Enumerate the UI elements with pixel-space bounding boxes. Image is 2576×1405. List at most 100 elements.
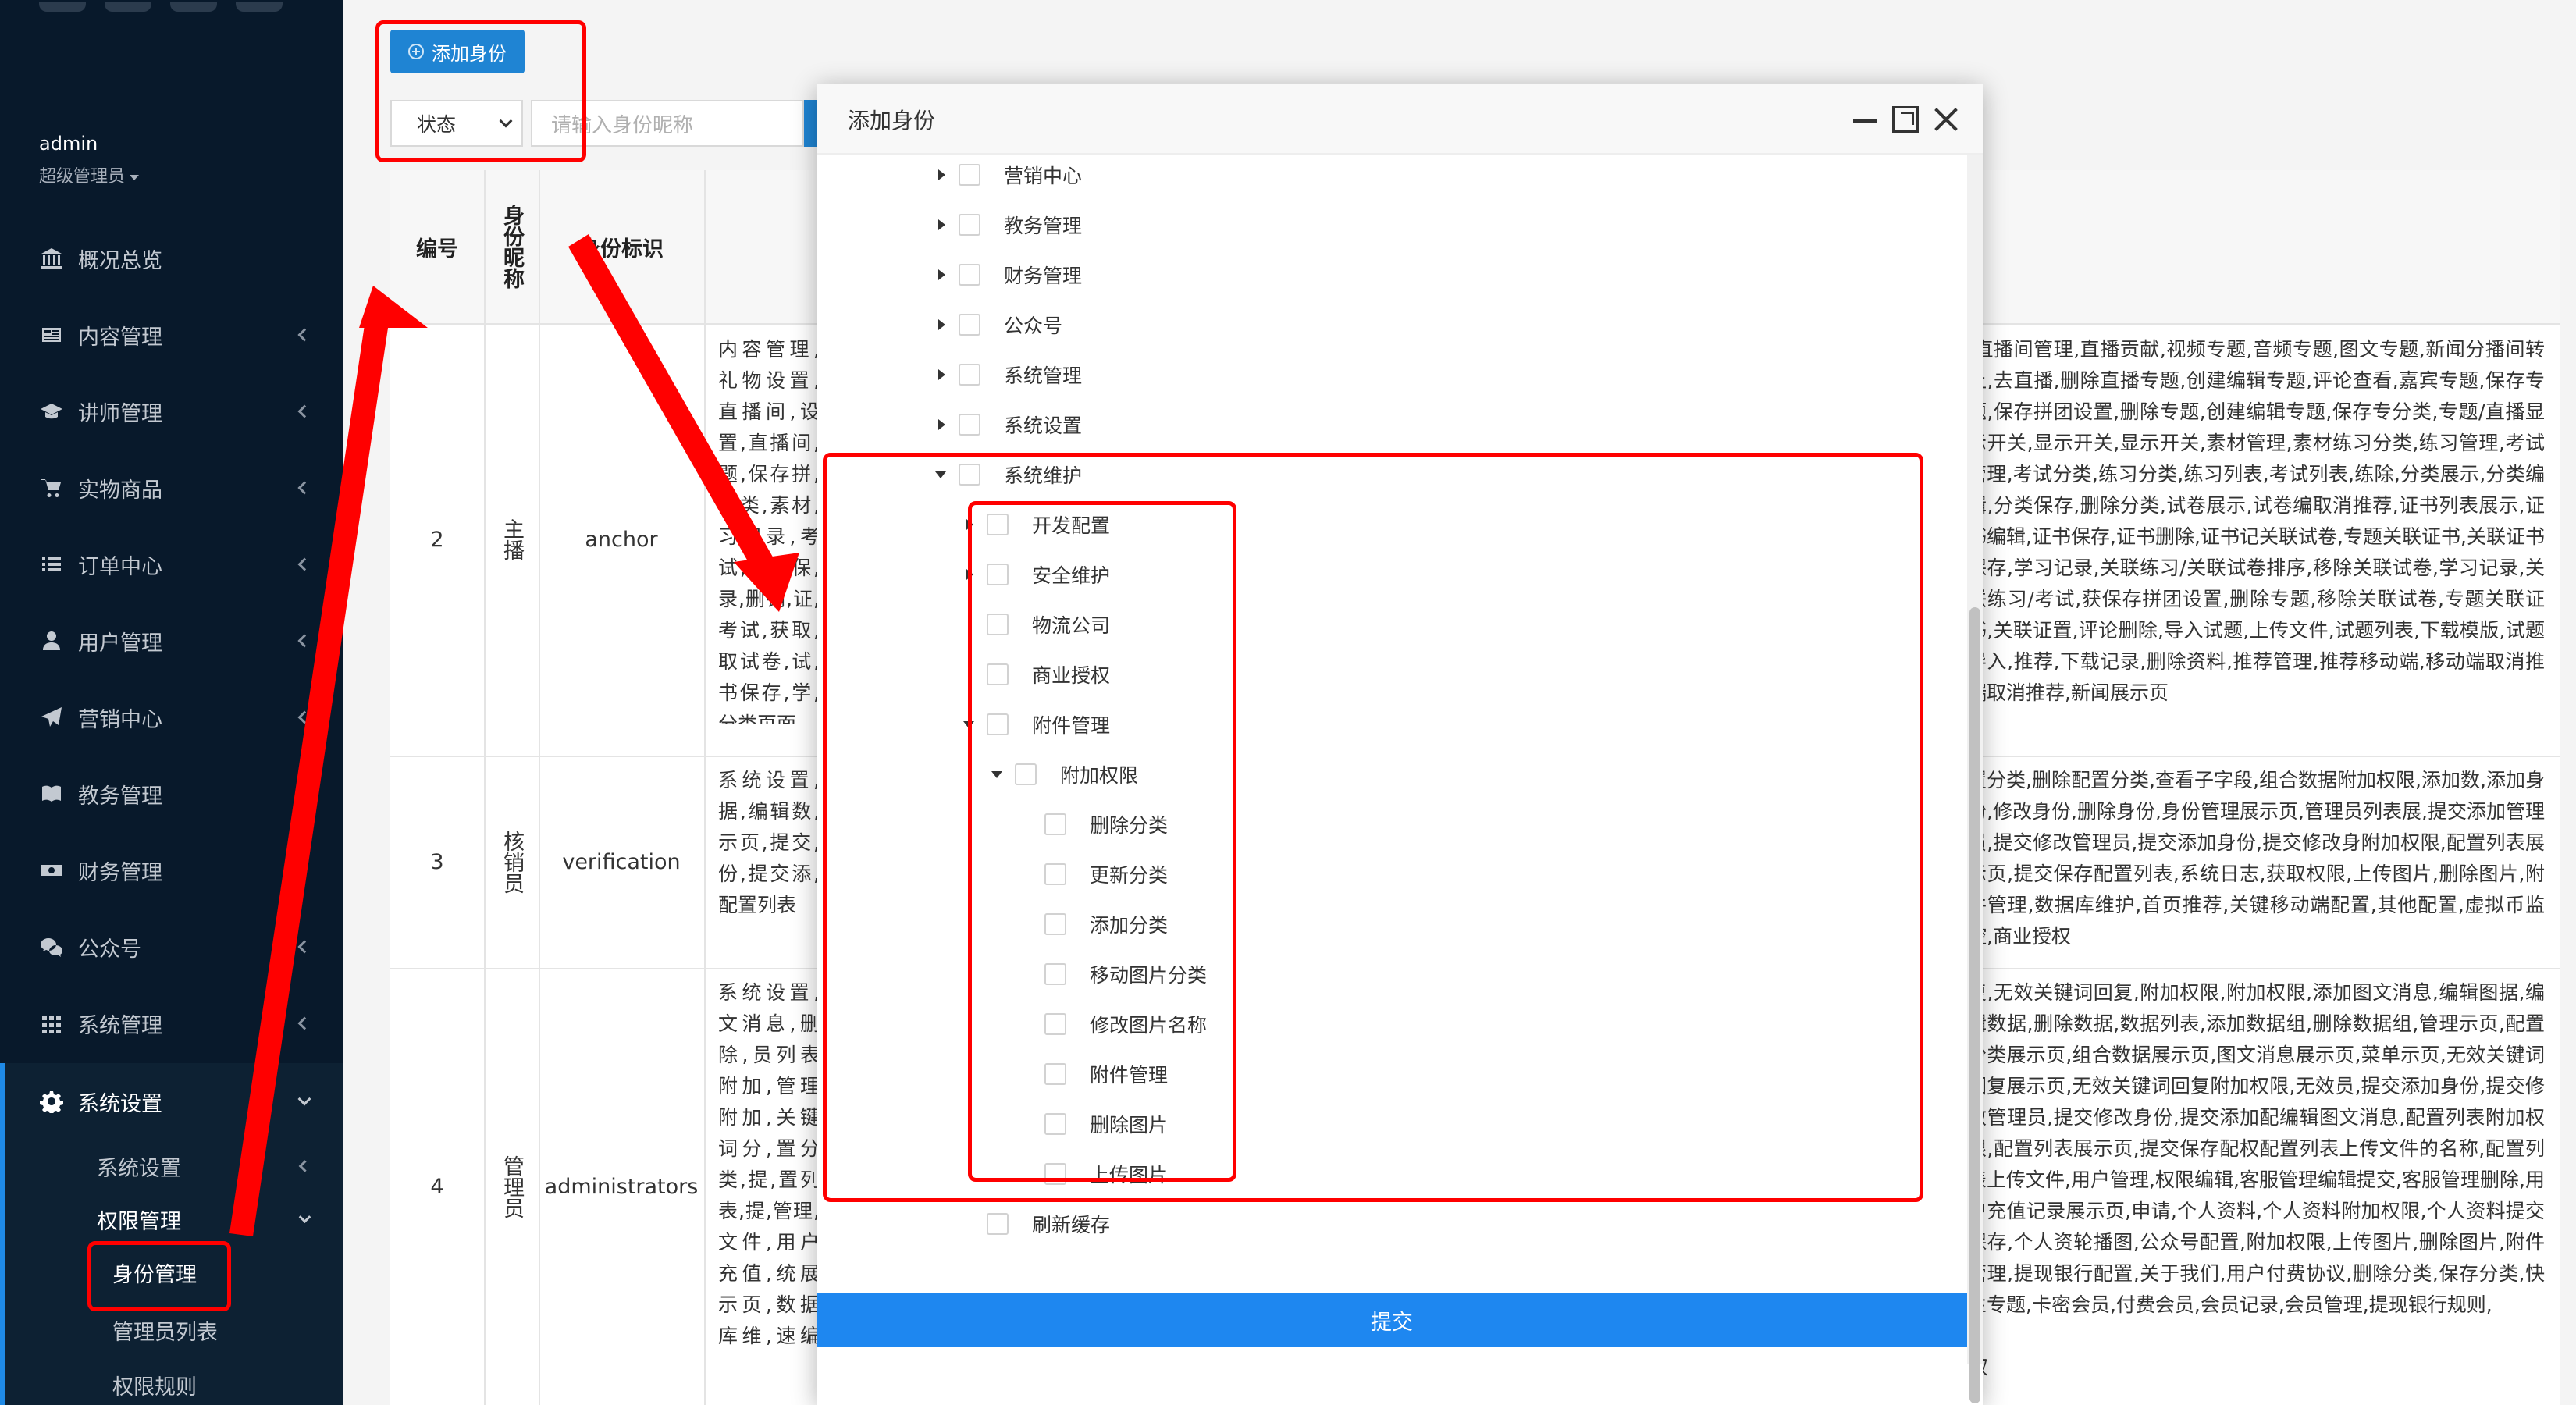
tree-checkbox[interactable] [959,314,980,336]
bank-icon [37,244,66,272]
tree-node[interactable]: 商业授权 [987,659,1110,690]
tree-checkbox[interactable] [1044,1063,1066,1085]
caret-down-icon[interactable] [990,767,1005,782]
tree-checkbox[interactable] [987,1213,1009,1235]
tree-checkbox[interactable] [987,514,1009,535]
sidebar-item-orders[interactable]: 订单中心 [0,526,343,603]
caret-right-icon[interactable] [934,217,949,233]
caret-right-icon[interactable] [962,567,977,582]
sidebar-item-label: 内容管理 [78,325,162,350]
tree-node[interactable]: 系统管理 [934,359,1082,390]
tree-node[interactable]: 教务管理 [934,209,1082,240]
tree-node[interactable]: 财务管理 [934,259,1082,290]
tree-node[interactable]: 安全维护 [962,559,1110,590]
sidebar-item-system-manage[interactable]: 系统管理 [0,985,343,1062]
status-select[interactable]: 状态 [390,100,523,147]
tree-node[interactable]: 添加分类 [1044,909,1168,940]
caret-right-icon[interactable] [934,417,949,432]
sidebar-item-system-settings[interactable]: 系统设置 [0,1063,343,1140]
sidebar-item-overview[interactable]: 概况总览 [0,220,343,297]
role-dropdown[interactable]: 超级管理员 [39,162,140,187]
caret-down-icon[interactable] [934,467,949,482]
sidebar-item-goods[interactable]: 实物商品 [0,450,343,526]
sidebar-item-marketing[interactable]: 营销中心 [0,679,343,756]
sidebar-item-label: 订单中心 [78,554,162,579]
sidebar-item-teacher[interactable]: 讲师管理 [0,373,343,450]
tree-checkbox[interactable] [1044,1013,1066,1035]
sidebar-item-label: 讲师管理 [78,401,162,426]
search-button[interactable] [804,100,817,147]
scrollbar-thumb[interactable] [1969,607,1980,1403]
tree-node[interactable]: 附加权限 [990,759,1138,790]
tree-checkbox[interactable] [1044,913,1066,935]
caret-right-icon[interactable] [962,517,977,532]
tree-checkbox[interactable] [959,264,980,286]
tree-node-label: 财务管理 [1004,265,1083,287]
column-header-tag: 身份标识 [579,237,664,261]
tree-checkbox[interactable] [987,564,1009,585]
sidebar-item-users[interactable]: 用户管理 [0,603,343,679]
caret-right-icon[interactable] [934,367,949,382]
tree-node[interactable]: 开发配置 [962,509,1110,540]
column-header-name: 身份昵称 [500,205,524,289]
tree-node[interactable]: 附件管理 [962,709,1110,740]
submenu-permission-rules[interactable]: 权限规则 [0,1358,343,1405]
sidebar-item-content[interactable]: 内容管理 [0,297,343,373]
caret-right-icon[interactable] [934,267,949,283]
submenu-identity-manage[interactable]: 身份管理 [0,1246,343,1299]
submenu-label: 系统设置 [97,1156,181,1181]
sidebar-item-wechat[interactable]: 公众号 [0,909,343,985]
tree-node[interactable]: 更新分类 [1044,859,1168,890]
table-cell-permissions: 系统设置,据,编辑数,示页,提交,份,提交添,配置列表 [718,769,820,916]
tree-node[interactable]: 修改图片名称 [1044,1008,1207,1040]
tree-checkbox[interactable] [1015,763,1037,785]
table-cell-permissions: 系统设置,文消息,删除,员列表附加,管理附加,关键词分,置分类,提,置列表,提,… [718,981,820,1347]
tree-checkbox[interactable] [959,214,980,236]
tree-checkbox[interactable] [1044,963,1066,985]
tree-node[interactable]: 删除分类 [1044,809,1168,840]
chevron-left-icon [297,940,311,954]
tree-node[interactable]: 上传图片 [1044,1158,1168,1190]
caret-down-icon[interactable] [962,717,977,732]
cart-icon [37,474,66,502]
caret-right-icon[interactable] [934,317,949,333]
tree-checkbox[interactable] [959,464,980,486]
tree-node[interactable]: 系统设置 [934,409,1082,440]
tree-checkbox[interactable] [987,663,1009,685]
tree-checkbox[interactable] [987,614,1009,635]
tree-node-label: 开发配置 [1032,514,1111,537]
tree-checkbox[interactable] [959,164,980,186]
submit-button[interactable]: 提交 [817,1293,1967,1347]
minimize-icon[interactable] [1852,106,1878,133]
tree-node-label: 上传图片 [1090,1164,1169,1186]
tree-node[interactable]: 刷新缓存 [987,1208,1110,1240]
identity-search-input[interactable]: 请输入身份昵称 [531,100,804,147]
list-icon [37,550,66,578]
tree-checkbox[interactable] [1044,813,1066,835]
graduation-cap-icon [37,397,66,425]
tree-checkbox[interactable] [959,364,980,386]
tree-node[interactable]: 附件管理 [1044,1058,1168,1090]
tree-node[interactable]: 删除图片 [1044,1108,1168,1140]
modal-scrollbar[interactable] [1967,155,1983,1403]
tree-node[interactable]: 物流公司 [987,609,1110,640]
tree-node[interactable]: 系统维护 [934,459,1082,490]
tree-checkbox[interactable] [987,713,1009,735]
close-icon[interactable] [1933,106,1959,133]
maximize-icon[interactable] [1892,106,1919,133]
submenu-system-settings[interactable]: 系统设置 [0,1140,343,1193]
caret-right-icon[interactable] [934,167,949,183]
tree-checkbox[interactable] [959,414,980,436]
submenu-admin-list[interactable]: 管理员列表 [0,1304,343,1357]
tree-node[interactable]: 公众号 [934,309,1062,340]
table-cell-id: 4 [430,1174,444,1199]
sidebar-item-academic[interactable]: 教务管理 [0,756,343,832]
tree-checkbox[interactable] [1044,1163,1066,1185]
submenu-permission-manage[interactable]: 权限管理 [0,1193,343,1246]
tree-node[interactable]: 营销中心 [934,159,1082,190]
add-identity-button[interactable]: 添加身份 [390,30,525,73]
tree-checkbox[interactable] [1044,863,1066,885]
sidebar-item-finance[interactable]: 财务管理 [0,832,343,909]
tree-checkbox[interactable] [1044,1113,1066,1135]
tree-node[interactable]: 移动图片分类 [1044,959,1207,990]
